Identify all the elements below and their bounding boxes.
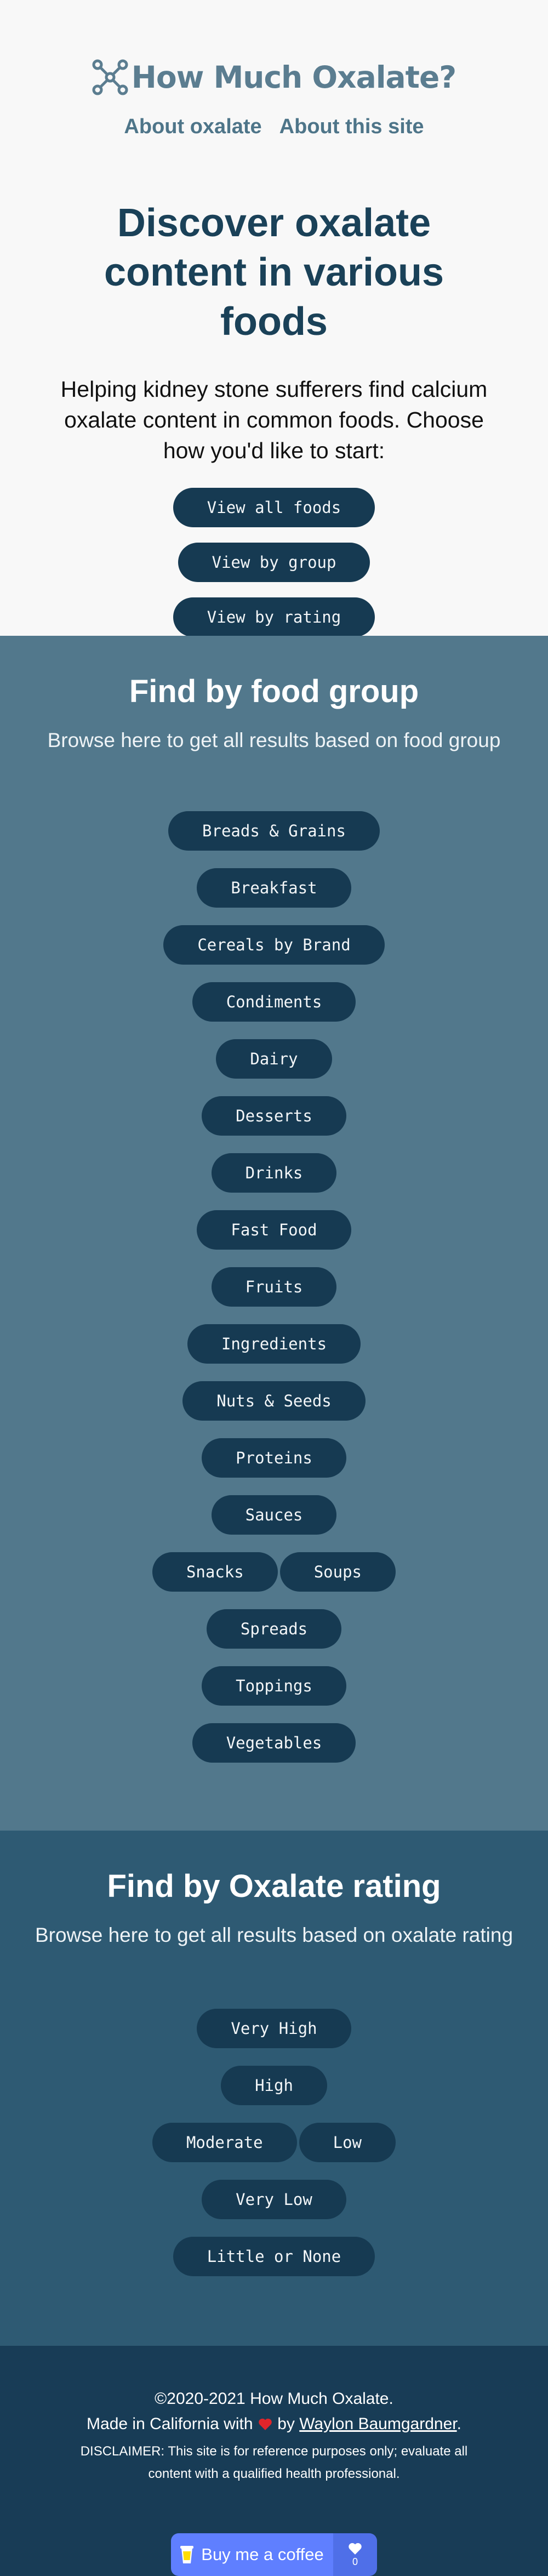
food-group-list: Breads & Grains Breakfast Cereals by Bra… [0, 811, 548, 1780]
group-breakfast-button[interactable]: Breakfast [197, 868, 351, 908]
hero-lead: Helping kidney stone sufferers find calc… [60, 377, 488, 463]
group-fruits-button[interactable]: Fruits [211, 1267, 337, 1307]
view-all-foods-button[interactable]: View all foods [173, 488, 375, 527]
group-soups-button[interactable]: Soups [279, 1552, 396, 1592]
coffee-label: Buy me a coffee [201, 2545, 324, 2564]
rating-low-button[interactable]: Low [299, 2123, 396, 2162]
group-cereals-by-brand-button[interactable]: Cereals by Brand [163, 925, 385, 965]
heart-icon [349, 2543, 362, 2555]
buy-me-a-coffee-widget[interactable]: Buy me a coffee 0 [171, 2533, 377, 2576]
coffee-cup-icon [180, 2546, 194, 2563]
site-footer: ©2020-2021 How Much Oxalate. Made in Cal… [0, 2346, 548, 2576]
hero-buttons: View all foods View by group View by rat… [0, 488, 548, 637]
rating-subtitle: Browse here to get all results based on … [35, 1924, 513, 1946]
rating-heading: Find by Oxalate rating [107, 1868, 441, 1904]
made-by: by [277, 2415, 295, 2433]
group-dairy-button[interactable]: Dairy [216, 1039, 332, 1079]
food-group-section: Find by food group Browse here to get al… [0, 636, 548, 1831]
nav-about-site[interactable]: About this site [279, 115, 424, 139]
logo-text: How Much Oxalate? [131, 60, 456, 95]
group-drinks-button[interactable]: Drinks [211, 1153, 337, 1193]
group-snacks-button[interactable]: Snacks [152, 1552, 278, 1592]
food-group-heading: Find by food group [129, 674, 419, 709]
group-condiments-button[interactable]: Condiments [192, 982, 356, 1022]
oxalate-rating-section: Find by Oxalate rating Browse here to ge… [0, 1831, 548, 2346]
group-nuts-seeds-button[interactable]: Nuts & Seeds [182, 1381, 366, 1421]
group-toppings-button[interactable]: Toppings [202, 1666, 346, 1706]
site-logo[interactable]: How Much Oxalate? [0, 59, 548, 95]
heart-icon [259, 2418, 272, 2430]
rating-list: Very High High Moderate Low Very Low Lit… [0, 2009, 548, 2294]
molecule-logo-icon [92, 59, 128, 95]
group-proteins-button[interactable]: Proteins [202, 1438, 346, 1478]
author-link[interactable]: Waylon Baumgardner [299, 2415, 456, 2433]
rating-high-button[interactable]: High [221, 2066, 327, 2105]
disclaimer-text: DISCLAIMER: This site is for reference p… [80, 2444, 468, 2481]
coffee-count: 0 [352, 2556, 358, 2567]
main-nav: About oxalate About this site [0, 115, 548, 139]
page-title: Discover oxalate content in various food… [104, 201, 444, 344]
group-vegetables-button[interactable]: Vegetables [192, 1723, 356, 1763]
group-ingredients-button[interactable]: Ingredients [187, 1324, 361, 1364]
rating-little-or-none-button[interactable]: Little or None [173, 2237, 375, 2276]
view-by-rating-button[interactable]: View by rating [173, 597, 375, 637]
nav-about-oxalate[interactable]: About oxalate [124, 115, 261, 139]
coffee-like-button[interactable]: 0 [333, 2533, 377, 2576]
group-sauces-button[interactable]: Sauces [211, 1495, 337, 1535]
made-prefix: Made in California with [87, 2415, 253, 2433]
group-spreads-button[interactable]: Spreads [206, 1609, 342, 1649]
rating-very-high-button[interactable]: Very High [197, 2009, 351, 2048]
rating-moderate-button[interactable]: Moderate [152, 2123, 297, 2162]
group-breads-grains-button[interactable]: Breads & Grains [168, 811, 380, 851]
group-fast-food-button[interactable]: Fast Food [197, 1210, 351, 1250]
buy-me-a-coffee-button[interactable]: Buy me a coffee [171, 2533, 333, 2576]
group-desserts-button[interactable]: Desserts [202, 1096, 346, 1136]
hero-section: How Much Oxalate? About oxalate About th… [0, 0, 548, 637]
food-group-subtitle: Browse here to get all results based on … [47, 729, 501, 751]
made-in-line: Made in California with by Waylon Baumga… [0, 2415, 548, 2433]
copyright-text: ©2020-2021 How Much Oxalate. [155, 2390, 393, 2408]
rating-very-low-button[interactable]: Very Low [202, 2180, 346, 2219]
view-by-group-button[interactable]: View by group [178, 543, 370, 582]
made-period: . [456, 2415, 461, 2433]
